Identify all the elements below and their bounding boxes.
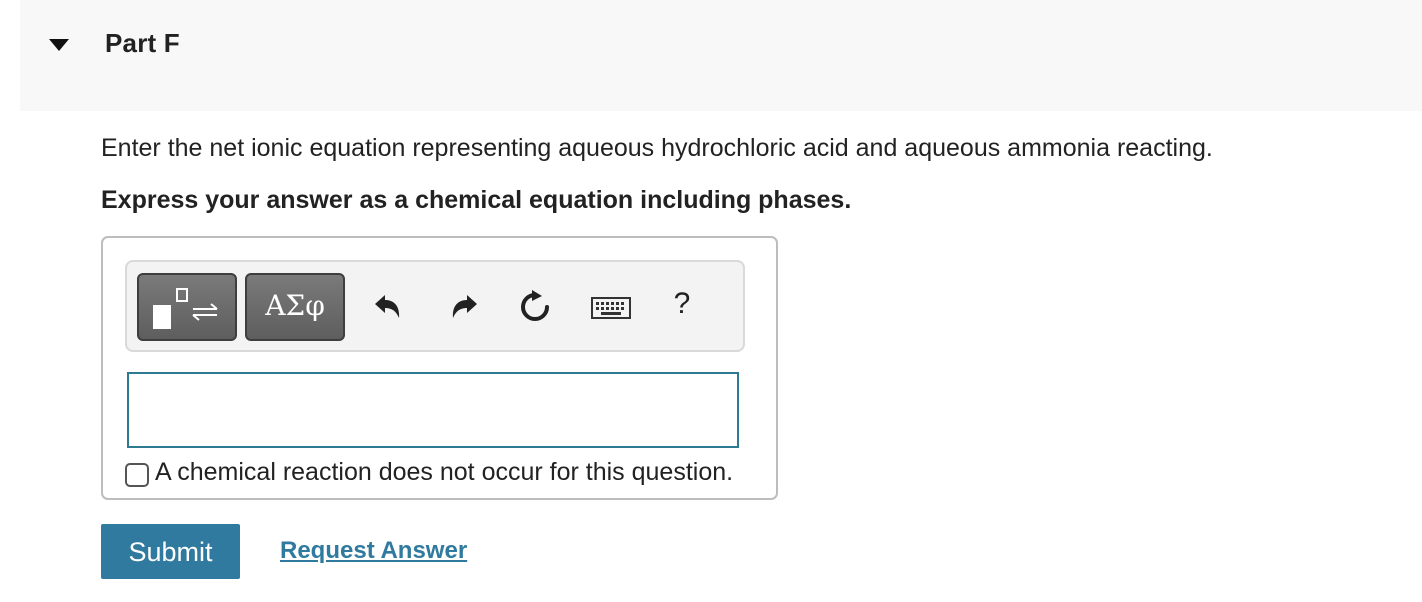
reset-icon[interactable] xyxy=(515,287,555,327)
undo-icon[interactable] xyxy=(367,287,407,327)
request-answer-link[interactable]: Request Answer xyxy=(280,537,467,565)
question-prompt: Enter the net ionic equation representin… xyxy=(101,134,1213,162)
no-reaction-label[interactable]: A chemical reaction does not occur for t… xyxy=(155,458,733,487)
submit-button[interactable]: Submit xyxy=(101,524,240,579)
equation-input[interactable] xyxy=(127,372,739,448)
part-header: Part F xyxy=(20,0,1422,111)
templates-icon xyxy=(153,288,218,329)
triangle-down-icon[interactable] xyxy=(48,37,70,53)
no-reaction-checkbox[interactable] xyxy=(125,463,149,487)
templates-button[interactable] xyxy=(137,273,237,341)
part-title: Part F xyxy=(105,28,180,58)
answer-panel: ΑΣφ ? A chemical reaction does not occur… xyxy=(101,236,778,500)
keyboard-icon[interactable] xyxy=(589,287,633,327)
symbols-button[interactable]: ΑΣφ xyxy=(245,273,345,341)
answer-instruction: Express your answer as a chemical equati… xyxy=(101,186,852,214)
equation-toolbar: ΑΣφ ? xyxy=(125,260,745,352)
help-button[interactable]: ? xyxy=(667,284,697,324)
redo-icon[interactable] xyxy=(445,287,485,327)
